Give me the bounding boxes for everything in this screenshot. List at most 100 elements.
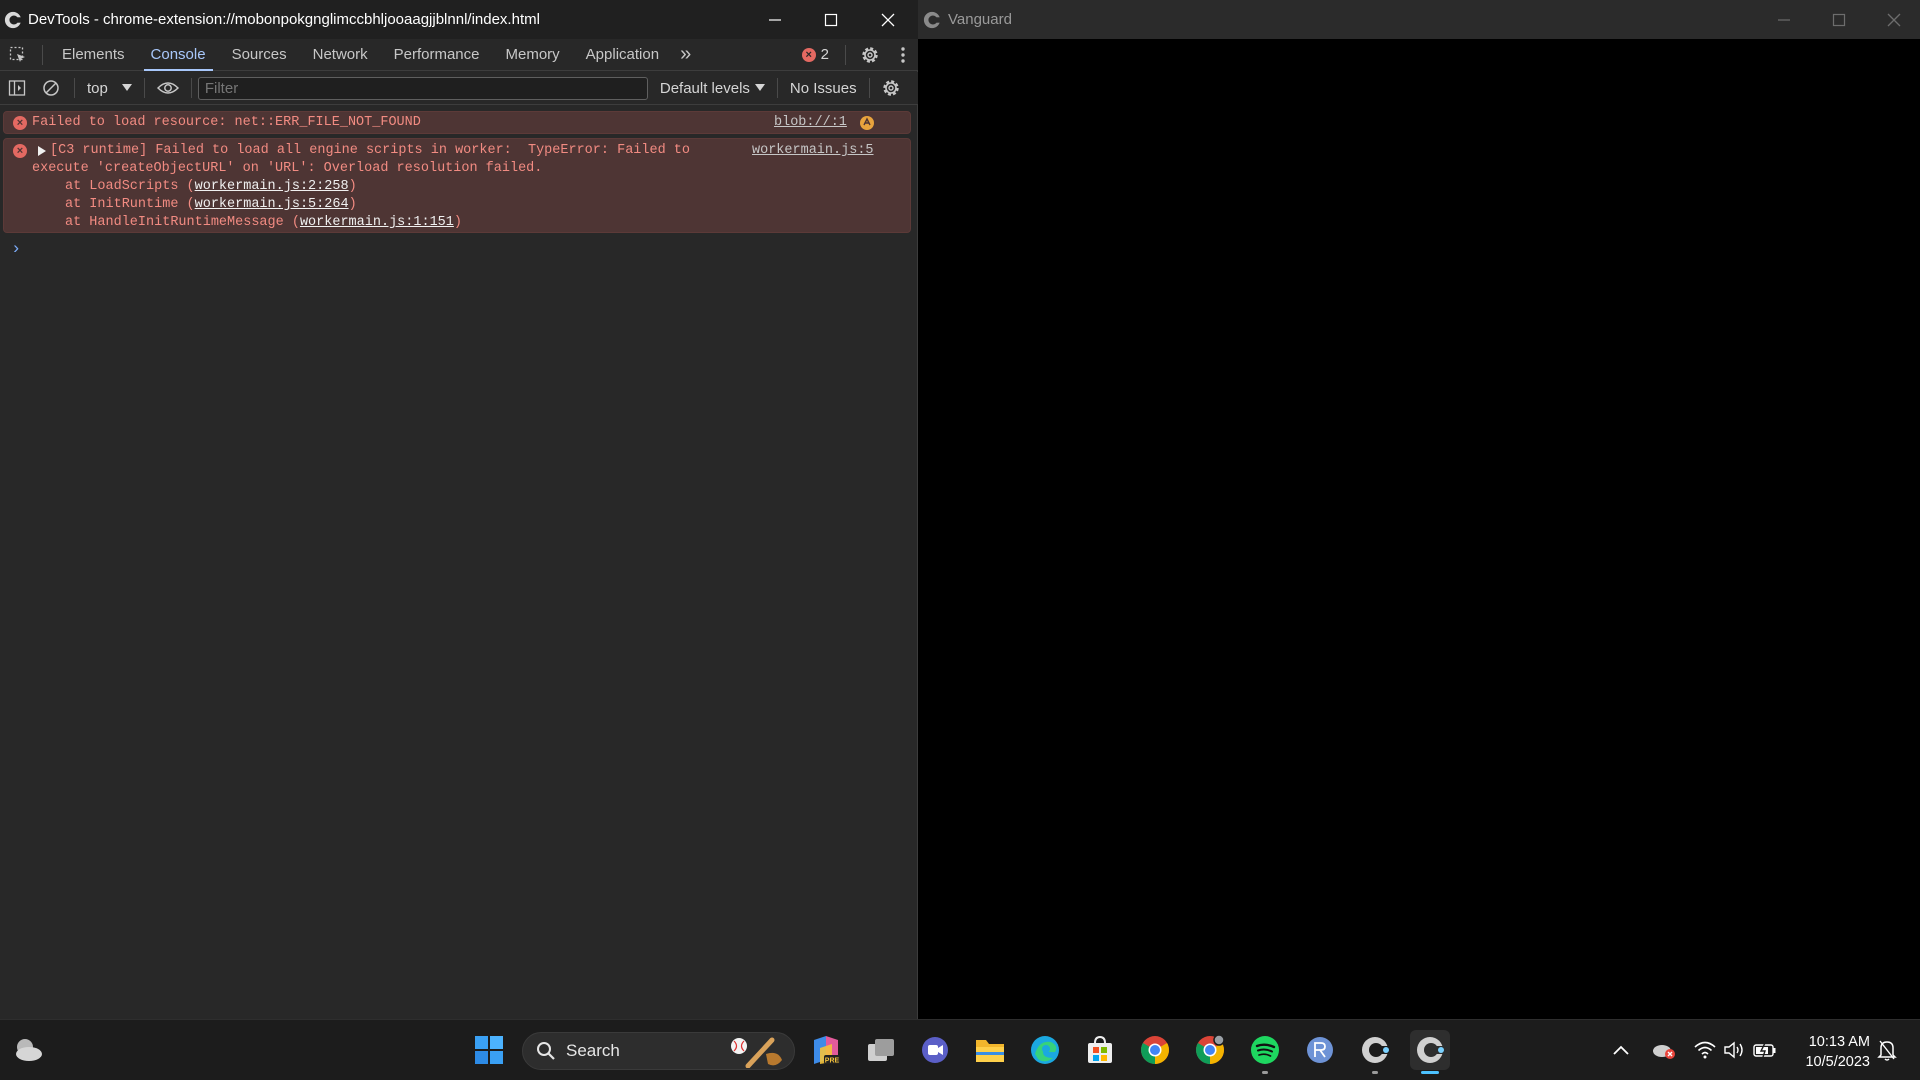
devtools-titlebar[interactable]: DevTools - chrome-extension://mobonpokgn… [0,0,918,39]
vanguard-titlebar[interactable]: Vanguard [918,0,1920,39]
more-tabs-button[interactable]: » [672,39,699,71]
tab-elements[interactable]: Elements [49,39,138,71]
source-link[interactable]: workermain.js:5 [752,143,874,158]
block-icon [43,80,59,96]
taskbar-app-teams[interactable] [915,1030,955,1070]
maximize-button[interactable] [1811,0,1867,39]
taskbar-app-spotify[interactable] [1245,1030,1285,1074]
tab-memory[interactable]: Memory [493,39,573,71]
stack-frame: at HandleInitRuntimeMessage (workermain.… [65,215,462,230]
inspect-element-button[interactable] [0,39,36,71]
tray-onedrive-error[interactable] [1648,1030,1680,1070]
close-button[interactable] [1866,0,1920,39]
devtools-window-title: DevTools - chrome-extension://mobonpokgn… [28,11,540,28]
minimize-button[interactable] [747,0,803,39]
vanguard-window[interactable]: Vanguard [918,0,1920,1019]
tray-wifi[interactable] [1690,1030,1720,1070]
tab-network[interactable]: Network [300,39,381,71]
task-view-icon [868,1039,894,1061]
taskbar-app-chrome[interactable] [1135,1030,1175,1070]
error-counter-button[interactable]: × 2 [792,39,839,71]
error-text: Failed to load resource: net::ERR_FILE_N… [32,115,421,130]
gear-icon [882,80,899,96]
notifications-button[interactable] [1872,1030,1902,1070]
taskbar-search[interactable]: Search [522,1032,795,1070]
taskbar-app-construct[interactable] [1355,1030,1395,1074]
spotify-icon [1251,1036,1279,1064]
maximize-button[interactable] [803,0,859,39]
cloud-error-icon [1653,1045,1675,1059]
wifi-icon [1694,1041,1716,1059]
tab-application[interactable]: Application [573,39,672,71]
chrome-browser-icon [1141,1036,1169,1064]
context-selector[interactable]: top [81,80,138,97]
issues-button[interactable]: No Issues [784,80,863,97]
log-levels-label: Default levels [659,79,750,97]
taskbar-app-construct-active[interactable] [1410,1030,1450,1074]
taskbar-clock[interactable]: 10:13 AM 10/5/2023 [1805,1032,1870,1072]
sidebar-toggle-button[interactable] [0,72,34,104]
tab-console[interactable]: Console [138,39,219,71]
console-settings-button[interactable] [876,72,906,104]
expand-triangle-icon[interactable] [38,146,46,156]
dropdown-arrow-icon [121,84,132,91]
toolbar-divider [868,78,870,98]
taskbar-app-r[interactable] [1300,1030,1340,1070]
dropdown-arrow-icon [754,84,765,91]
clear-console-button[interactable] [34,72,68,104]
kebab-menu-icon [901,46,905,63]
active-indicator [1421,1071,1439,1074]
windows-logo-icon [475,1036,503,1064]
log-levels-dropdown[interactable]: Default levels [660,80,765,97]
devtools-window: DevTools - chrome-extension://mobonpokgn… [0,0,918,1019]
eye-icon [156,82,179,94]
stack-frame-link[interactable]: workermain.js:2:258 [195,179,349,194]
close-icon [1887,13,1901,26]
close-button[interactable] [860,0,916,39]
taskbar-app-copilot[interactable]: PRE [806,1030,846,1070]
error-text-line: execute 'createObjectURL' on 'URL': Over… [32,161,543,176]
weather-widget[interactable] [8,1030,48,1070]
store-bag-icon [1088,1035,1112,1063]
stack-frame: at InitRuntime (workermain.js:5:264) [65,197,357,212]
vanguard-canvas[interactable] [918,39,1920,1019]
construct-app-icon [1417,1037,1446,1063]
toolbar-divider [42,44,43,65]
gear-icon [862,46,878,63]
customize-menu-button[interactable] [888,39,918,71]
video-chat-icon [922,1037,948,1063]
folder-icon [976,1040,1004,1062]
console-error-message: × [C3 runtime] Failed to load all engine… [3,138,911,233]
toolbar-divider [190,78,192,98]
svg-text:PRE: PRE [825,1058,840,1065]
source-link[interactable]: blob://:1 [774,115,847,130]
sidebar-icon [8,80,26,96]
taskbar-app-chrome-profile[interactable] [1190,1030,1230,1070]
taskbar-app-edge[interactable] [1025,1030,1065,1070]
stack-frame-link[interactable]: workermain.js:1:151 [300,215,454,230]
tab-performance[interactable]: Performance [381,39,493,71]
prompt-chevron: › [11,240,22,259]
construct-app-icon [4,11,22,28]
minimize-button[interactable] [1756,0,1812,39]
stack-frame-link[interactable]: workermain.js:5:264 [195,197,349,212]
ai-insights-icon[interactable] [859,115,875,131]
taskbar-app-store[interactable] [1080,1030,1120,1070]
toolbar-divider [143,78,145,98]
filter-input[interactable] [197,76,648,100]
error-icon: × [13,144,27,158]
console-prompt[interactable]: › [0,240,918,262]
tray-battery[interactable] [1750,1030,1780,1070]
tray-volume[interactable] [1720,1030,1750,1070]
clock-time: 10:13 AM [1808,1034,1870,1050]
maximize-icon [824,13,838,26]
start-button[interactable] [469,1030,509,1070]
taskbar-app-file-explorer[interactable] [970,1030,1010,1070]
toolbar-divider [776,78,778,98]
show-hidden-icons-button[interactable] [1606,1030,1636,1070]
taskbar-task-view[interactable] [861,1030,901,1070]
settings-button[interactable] [852,39,888,71]
tab-sources[interactable]: Sources [219,39,300,71]
live-expression-button[interactable] [151,72,185,104]
devtools-tabs-bar: Elements Console Sources Network Perform… [0,39,918,71]
